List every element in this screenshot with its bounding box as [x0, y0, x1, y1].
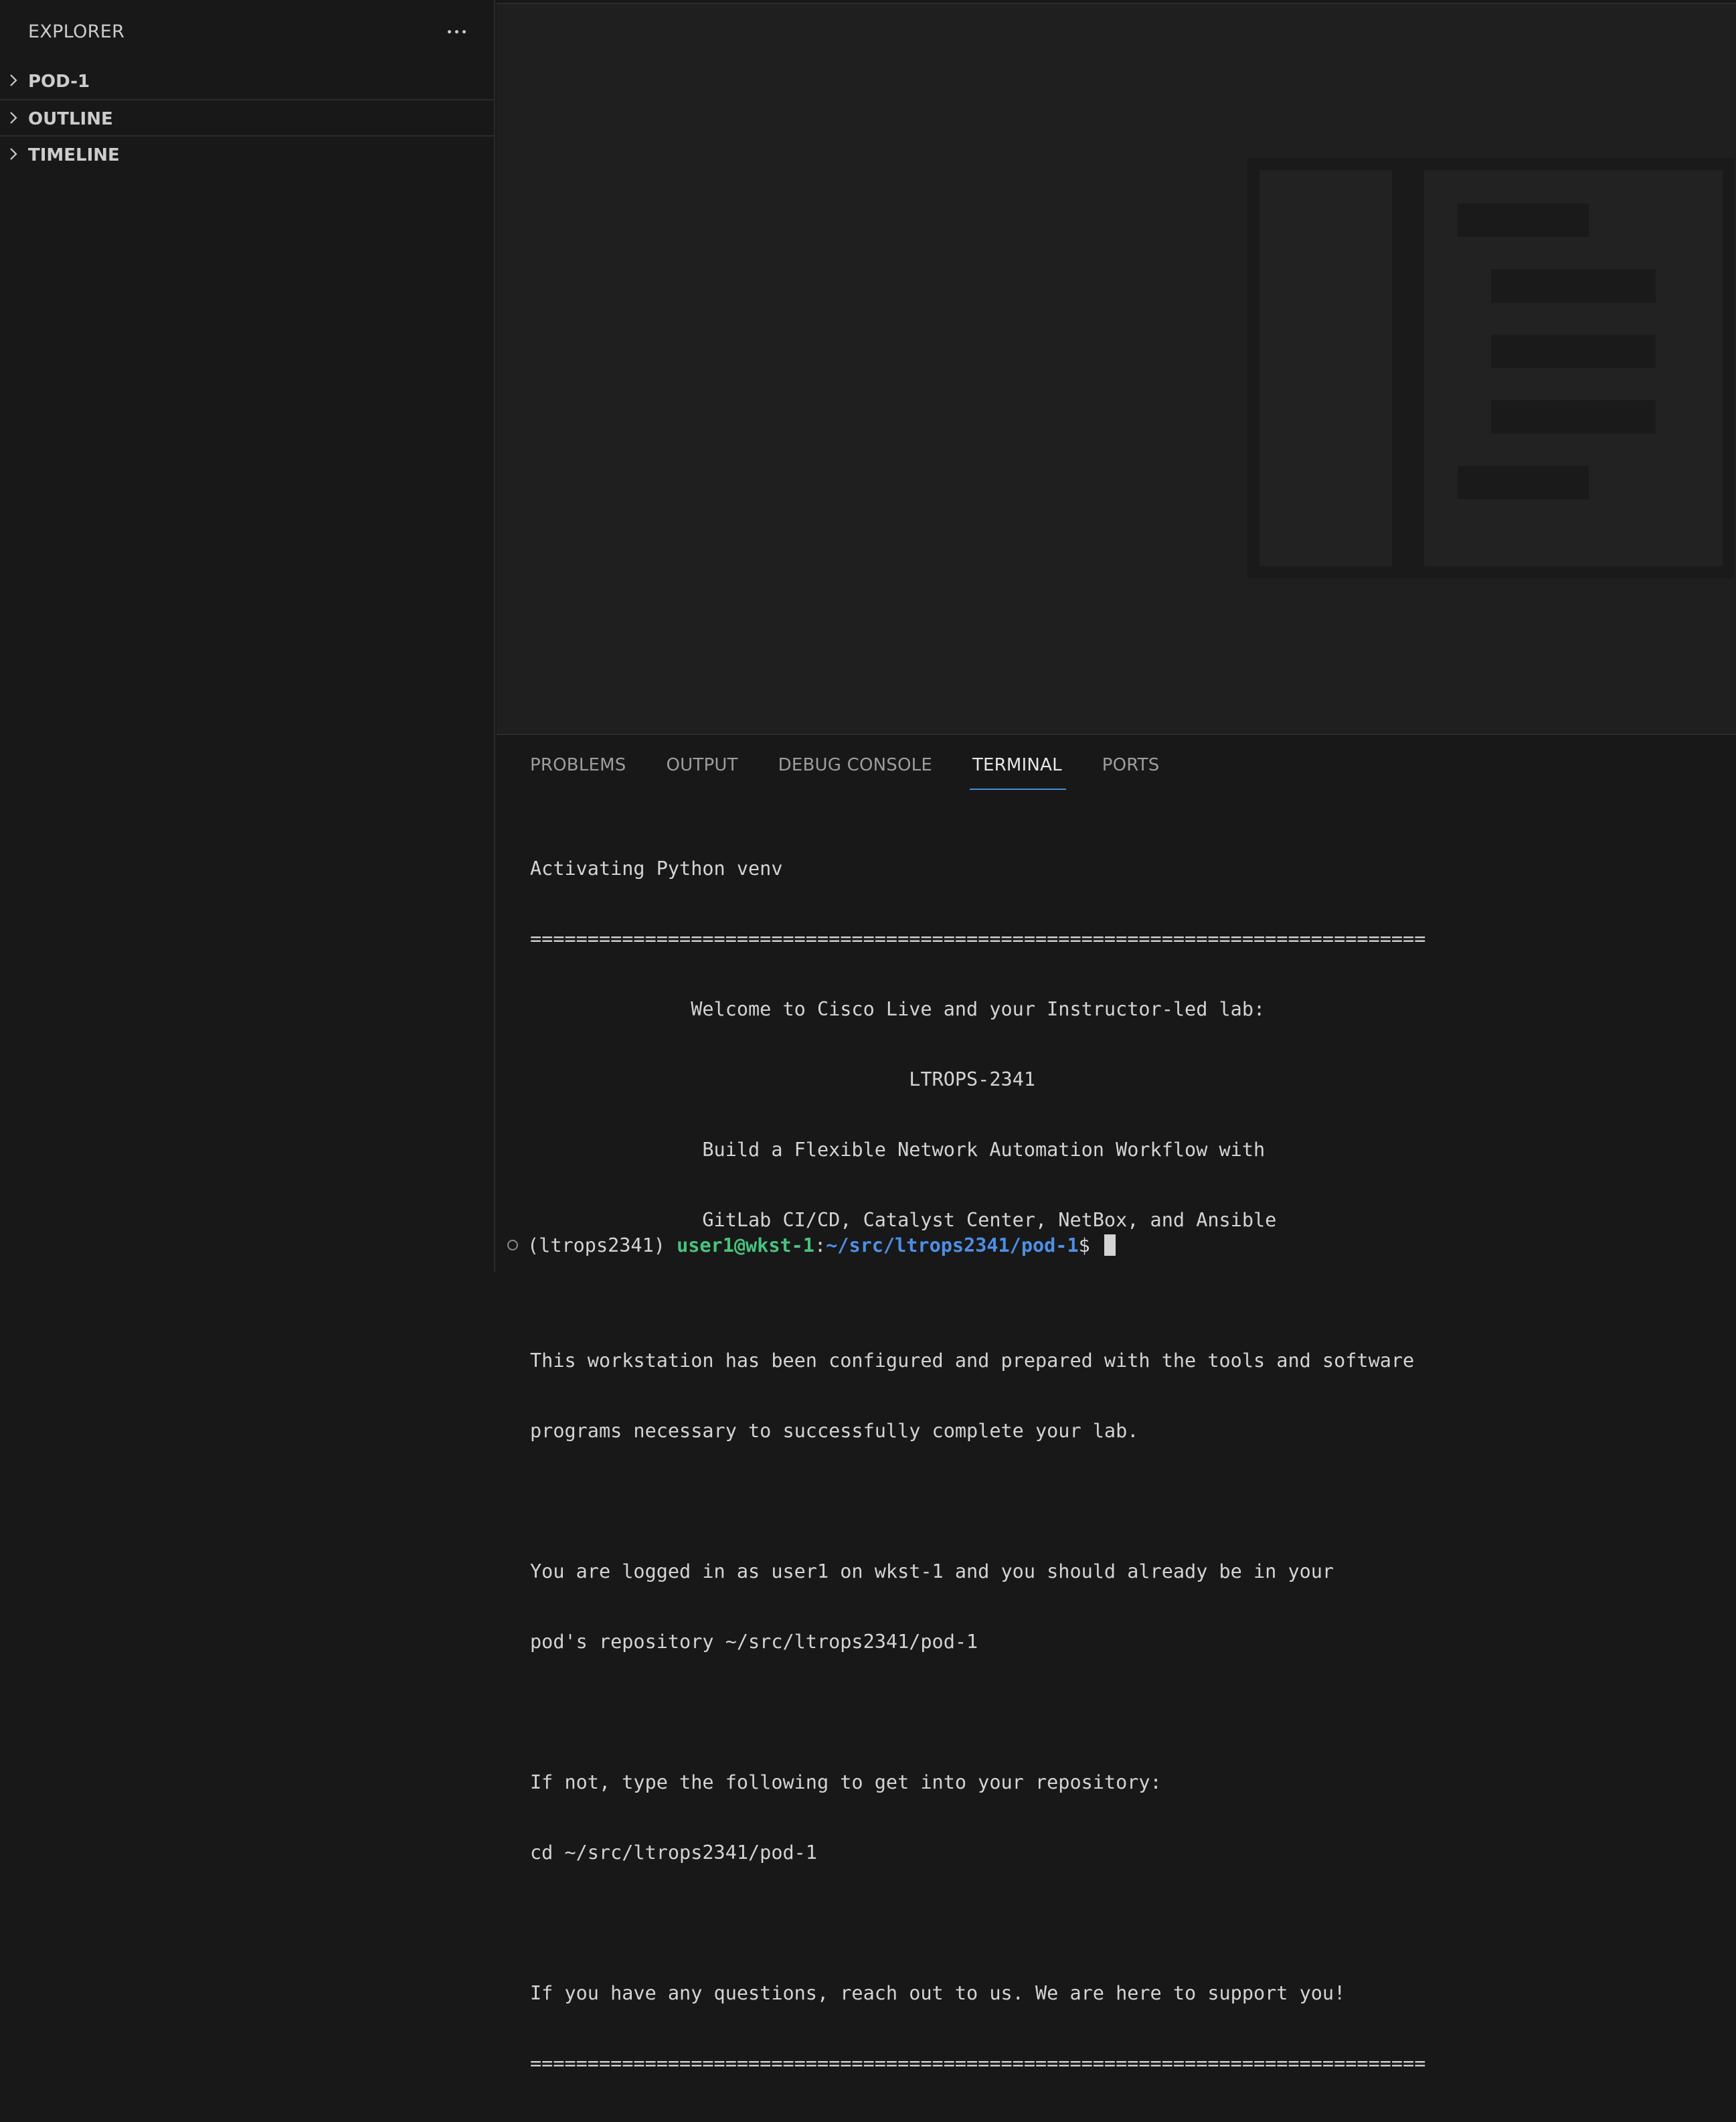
- section-label: OUTLINE: [28, 109, 113, 129]
- section-label: POD-1: [28, 72, 90, 92]
- terminal-line: If you have any questions, reach out to …: [530, 1982, 1346, 2004]
- prompt-path: ~/src/ltrops2341/pod-1: [826, 1234, 1079, 1256]
- section-outline[interactable]: OUTLINE: [0, 99, 494, 135]
- tab-terminal[interactable]: TERMINAL: [969, 755, 1066, 790]
- terminal-line: Build a Flexible Network Automation Work…: [530, 1139, 1266, 1161]
- sidebar-header: EXPLORER: [0, 0, 494, 63]
- command-status-icon: [507, 1240, 518, 1250]
- chevron-right-icon: [10, 112, 17, 124]
- terminal-line: programs necessary to successfully compl…: [530, 1420, 1139, 1442]
- sidebar-title: EXPLORER: [28, 21, 125, 42]
- tab-output[interactable]: OUTPUT: [667, 755, 738, 785]
- prompt-separator: :: [814, 1234, 827, 1256]
- section-timeline[interactable]: TIMELINE: [0, 135, 494, 171]
- tab-problems[interactable]: PROBLEMS: [530, 755, 626, 785]
- terminal-line: pod's repository ~/src/ltrops2341/pod-1: [530, 1631, 978, 1653]
- prompt-symbol: $: [1078, 1234, 1102, 1256]
- terminal-cursor: [1104, 1234, 1116, 1256]
- bottom-panel: PROBLEMS OUTPUT DEBUG CONSOLE TERMINAL P…: [497, 734, 1736, 2074]
- editor-area: [497, 3, 1736, 734]
- terminal-line: cd ~/src/ltrops2341/pod-1: [530, 1842, 817, 1864]
- terminal-prompt[interactable]: (ltrops2341) user1@wkst-1 : ~/src/ltrops…: [507, 1232, 1116, 1258]
- prompt-user-host: user1@wkst-1: [677, 1234, 814, 1256]
- terminal-line: Welcome to Cisco Live and your Instructo…: [530, 998, 1266, 1020]
- terminal-line: This workstation has been configured and…: [530, 1350, 1415, 1372]
- tab-ports[interactable]: PORTS: [1102, 755, 1160, 785]
- section-pod-1[interactable]: POD-1: [0, 63, 494, 99]
- chevron-right-icon: [10, 74, 17, 86]
- terminal-line: ========================================…: [530, 2052, 1426, 2074]
- section-label: TIMELINE: [28, 145, 120, 165]
- terminal-line: If not, type the following to get into y…: [530, 1771, 1162, 1793]
- terminal-line: Activating Python venv: [530, 858, 783, 880]
- more-actions-icon[interactable]: [442, 19, 471, 44]
- terminal-line: ========================================…: [530, 928, 1426, 950]
- chevron-right-icon: [10, 148, 17, 160]
- terminal-output[interactable]: Activating Python venv =================…: [530, 810, 1721, 2122]
- tab-debug-console[interactable]: DEBUG CONSOLE: [778, 755, 932, 785]
- editor-watermark-icon: [1247, 158, 1735, 578]
- terminal-line: You are logged in as user1 on wkst-1 and…: [530, 1560, 1334, 1582]
- panel-tabs: PROBLEMS OUTPUT DEBUG CONSOLE TERMINAL P…: [530, 755, 1199, 790]
- terminal-line: GitLab CI/CD, Catalyst Center, NetBox, a…: [530, 1209, 1277, 1231]
- sidebar: EXPLORER POD-1 OUTLINE TIMELINE: [0, 0, 495, 1272]
- terminal-line: LTROPS-2341: [530, 1068, 1035, 1090]
- prompt-venv: (ltrops2341): [527, 1234, 677, 1256]
